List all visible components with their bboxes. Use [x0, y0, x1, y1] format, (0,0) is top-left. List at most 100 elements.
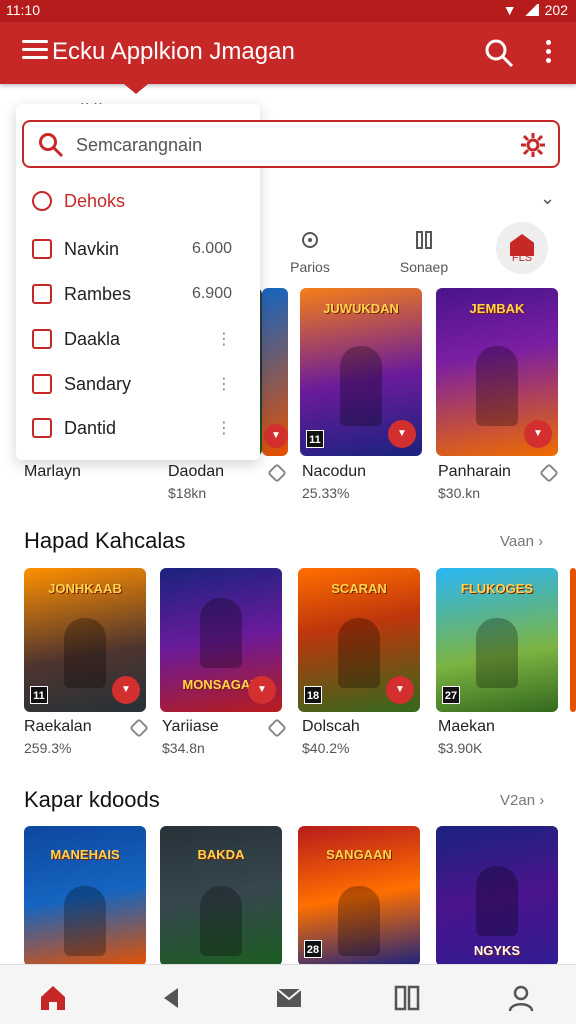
section-title: Hapad Kahcalas [24, 528, 186, 553]
dropdown-item-label: Rambes [64, 283, 132, 304]
dropdown-item-rambes[interactable]: Rambes 6.900 [16, 272, 260, 316]
game-card[interactable]: MANEHAIS [24, 826, 146, 966]
clock-icon [302, 232, 318, 248]
search-field[interactable]: Semcarangnain [22, 120, 560, 168]
game-card[interactable]: JEMBAK ▼ [436, 288, 558, 456]
overflow-icon[interactable]: ⋮ [216, 418, 232, 438]
dropdown-item-label: Dehoks [64, 190, 126, 211]
dropdown-item-dantid[interactable]: Dantid ⋮ [16, 406, 260, 450]
game-card[interactable]: BAKDA [160, 826, 282, 966]
back-icon[interactable] [156, 983, 186, 1013]
game-card[interactable]: SANGAAN 28 [298, 826, 420, 966]
category-sonaep[interactable]: Sonaep [392, 230, 456, 275]
game-card[interactable]: FLUKOGES 27 [436, 568, 558, 712]
game-art-title: SCARAN [331, 581, 387, 596]
share-icon[interactable] [539, 463, 559, 483]
dropdown-item-navkin[interactable]: Navkin 6.000 [16, 227, 260, 271]
age-rating-badge: 27 [442, 686, 460, 704]
hero-figure [64, 886, 106, 956]
bottom-navigation [0, 964, 576, 1024]
status-right-text: 202 [544, 2, 568, 18]
hero-figure [476, 618, 518, 688]
game-art-title: MANEHAIS [50, 847, 120, 862]
age-rating-badge: 18 [304, 686, 322, 704]
game-meta: 259.3% [24, 740, 72, 756]
game-art-title: FLUKOGES [460, 581, 534, 596]
menu-icon[interactable] [22, 40, 48, 64]
share-icon[interactable] [267, 463, 287, 483]
hero-figure [338, 618, 380, 688]
app-bar-notch [124, 84, 148, 94]
see-all-link[interactable]: Vaan › [500, 533, 543, 550]
dropdown-item-dehoks[interactable]: Dehoks [16, 179, 260, 223]
info-icon [32, 191, 52, 211]
more-options-icon[interactable] [536, 38, 560, 68]
game-name: Raekalan [24, 718, 92, 735]
search-icon[interactable] [484, 38, 514, 68]
game-cover-image [570, 568, 576, 712]
game-card[interactable]: JONHKAAB 11 ▼ [24, 568, 146, 712]
overflow-icon[interactable]: ⋮ [216, 329, 232, 349]
hero-figure [476, 866, 518, 936]
category-label: Parios [290, 259, 330, 275]
hero-figure [200, 598, 242, 668]
category-parios[interactable]: Parios [280, 230, 340, 275]
app-title: Ecku Applkion Jmagan [52, 38, 295, 65]
hero-figure [338, 886, 380, 956]
game-card[interactable]: JUWUKDAN 11 ▼ [300, 288, 422, 456]
download-icon[interactable]: ▼ [524, 420, 552, 448]
game-name: Nacodun [302, 463, 367, 480]
category-fls[interactable]: FLS [496, 222, 548, 274]
search-placeholder: Semcarangnain [76, 135, 203, 155]
dropdown-item-daakla[interactable]: Daakla ⋮ [16, 317, 260, 361]
home-icon[interactable] [38, 983, 68, 1013]
age-rating-badge: 11 [306, 430, 324, 448]
age-rating-badge: 28 [304, 940, 322, 958]
game-art-title: JUWUKDAN [323, 301, 399, 316]
share-icon[interactable] [267, 718, 287, 738]
dropdown-item-sandary[interactable]: Sandary ⋮ [16, 362, 260, 406]
game-card[interactable]: NGYKS [436, 826, 558, 966]
bag-icon [32, 329, 52, 349]
game-meta: $40.2% [302, 740, 350, 756]
document-icon [32, 374, 52, 394]
game-meta: $3.90K [438, 740, 483, 756]
download-icon[interactable]: ▼ [112, 676, 140, 704]
dropdown-item-label: Sandary [64, 373, 132, 394]
game-name: Dolscah [302, 718, 360, 735]
game-card-peek[interactable] [570, 568, 576, 712]
download-icon[interactable]: ▼ [264, 424, 288, 448]
section-title: Kapar kdoods [24, 787, 160, 812]
user-icon[interactable] [506, 983, 536, 1013]
dropdown-item-label: Dantid [64, 417, 117, 438]
calendar-icon [32, 239, 52, 259]
book-icon[interactable] [392, 983, 422, 1013]
dropdown-item-label: Navkin [64, 238, 120, 259]
chevron-down-icon[interactable]: ⌄ [540, 188, 555, 209]
game-card[interactable]: ▼ [262, 288, 288, 456]
app-bar: Ecku Applkion Jmagan [0, 22, 576, 94]
category-label: Sonaep [399, 259, 449, 275]
book-icon [416, 231, 432, 249]
see-all-label: Vaan [500, 533, 534, 550]
download-icon[interactable]: ▼ [388, 420, 416, 448]
wifi-icon: ▼ [502, 2, 517, 18]
see-all-link[interactable]: V2an › [500, 792, 544, 809]
settings-gear-icon[interactable] [520, 132, 546, 158]
game-card[interactable]: SCARAN 18 ▼ [298, 568, 420, 712]
game-card[interactable]: MONSAGAN ▼ [160, 568, 282, 712]
game-name: Daodan [168, 463, 225, 480]
game-art-title: SANGAAN [326, 847, 392, 862]
overflow-icon[interactable]: ⋮ [216, 374, 232, 394]
game-name: Maekan [438, 718, 495, 735]
game-name: Panharain [438, 463, 511, 480]
mail-icon[interactable] [274, 983, 304, 1013]
download-icon[interactable]: ▼ [386, 676, 414, 704]
share-icon[interactable] [129, 718, 149, 738]
status-bar: 11:10 ▼ 202 [0, 0, 576, 22]
download-icon[interactable]: ▼ [248, 676, 276, 704]
game-art-title: JONHKAAB [48, 581, 122, 596]
hero-figure [476, 346, 518, 426]
age-rating-badge: 11 [30, 686, 48, 704]
hero-figure [340, 346, 382, 426]
